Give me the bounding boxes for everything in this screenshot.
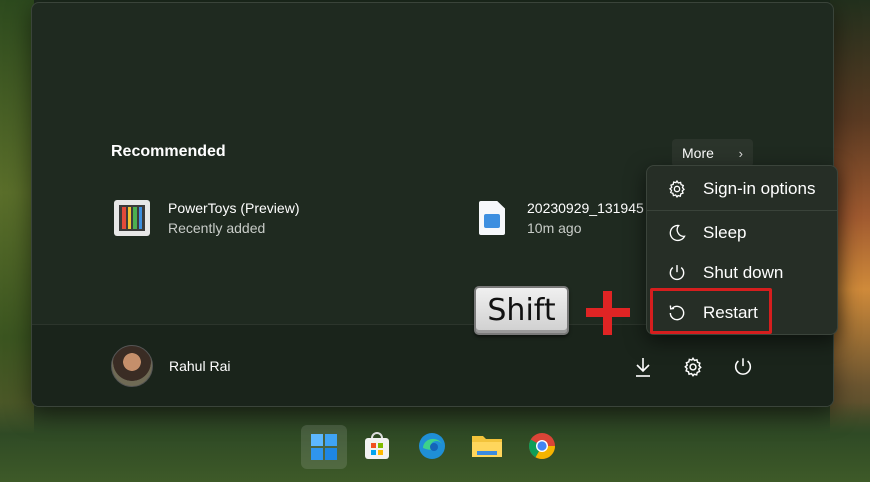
shut-down-label: Shut down — [703, 263, 784, 282]
user-name: Rahul Rai — [169, 358, 231, 374]
shut-down-item[interactable]: Shut down — [647, 255, 837, 291]
more-button-label: More — [682, 145, 714, 161]
moon-icon — [669, 224, 686, 242]
recommended-item-powertoys[interactable]: PowerToys (Preview) Recently added — [114, 199, 299, 237]
user-account[interactable]: Rahul Rai — [111, 345, 230, 387]
microsoft-store-icon[interactable] — [359, 428, 395, 464]
divider — [647, 210, 837, 211]
avatar — [111, 345, 153, 387]
sleep-label: Sleep — [703, 223, 747, 242]
image-file-icon — [479, 201, 505, 235]
power-icon — [669, 265, 685, 281]
sleep-item[interactable]: Sleep — [647, 215, 837, 251]
edge-icon[interactable] — [414, 428, 450, 464]
recommended-item-subtitle: Recently added — [168, 220, 266, 236]
chevron-right-icon: › — [738, 145, 743, 161]
recommended-item-name: 20230929_131945 — [527, 200, 644, 216]
gear-icon — [669, 179, 685, 199]
powertoys-icon — [114, 200, 150, 236]
shift-key-graphic: Shift — [474, 286, 569, 335]
power-icon[interactable] — [731, 355, 755, 379]
recommended-item-subtitle: 10m ago — [527, 220, 582, 236]
file-explorer-icon[interactable] — [469, 428, 505, 464]
downloads-icon[interactable] — [631, 355, 655, 379]
plus-sign-icon — [586, 291, 630, 335]
sign-in-options-item[interactable]: Sign-in options — [647, 171, 837, 207]
restart-highlight-box — [650, 288, 772, 334]
recommended-heading: Recommended — [111, 143, 226, 160]
recommended-item-name: PowerToys (Preview) — [168, 200, 300, 216]
settings-gear-icon[interactable] — [681, 355, 705, 379]
sign-in-options-label: Sign-in options — [703, 179, 816, 198]
windows-start-icon[interactable] — [301, 425, 347, 469]
more-button[interactable]: More › — [672, 139, 753, 167]
recommended-item-image[interactable]: 20230929_131945 10m ago — [479, 199, 644, 237]
chrome-icon[interactable] — [524, 428, 560, 464]
